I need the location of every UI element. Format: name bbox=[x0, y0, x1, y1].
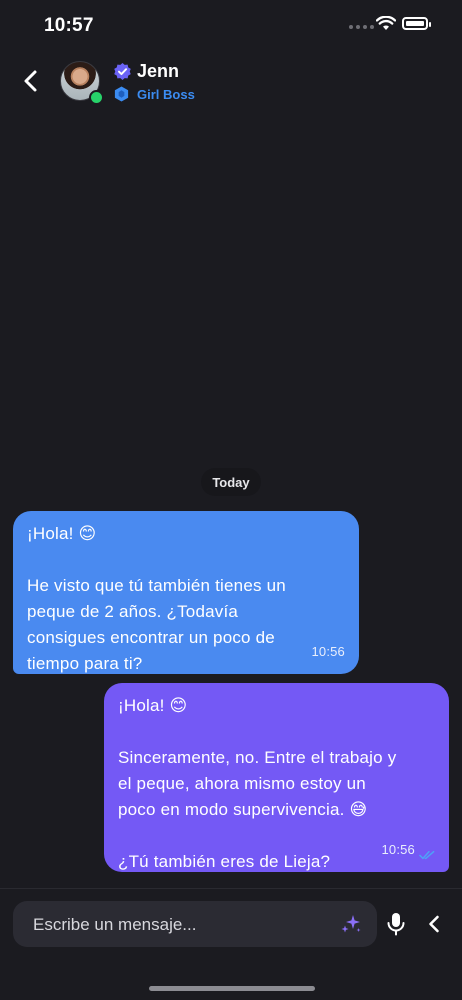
double-check-icon bbox=[419, 850, 435, 860]
sparkle-icon[interactable] bbox=[339, 912, 363, 936]
message-text: Sinceramente, no. Entre el trabajo y bbox=[118, 748, 397, 767]
wifi-icon bbox=[376, 16, 396, 30]
status-bar: 10:57 bbox=[0, 0, 462, 52]
message-timestamp: 10:56 bbox=[381, 842, 415, 857]
message-text: poco en modo supervivencia. 😅 bbox=[118, 800, 368, 819]
message-text: peque de 2 años. ¿Todavía bbox=[27, 602, 239, 621]
back-arrow-icon[interactable] bbox=[18, 67, 46, 95]
role-badge-icon bbox=[114, 86, 129, 102]
chat-header: Jenn Girl Boss bbox=[0, 55, 462, 111]
battery-icon bbox=[402, 17, 431, 30]
contact-name: Jenn bbox=[137, 61, 180, 81]
contact-role: Girl Boss bbox=[137, 87, 195, 102]
status-time: 10:57 bbox=[44, 15, 94, 36]
composer-divider bbox=[0, 888, 462, 889]
message-input[interactable] bbox=[31, 901, 335, 949]
message-text: ¡Hola! 😊 bbox=[118, 696, 188, 715]
message-input-box bbox=[13, 901, 377, 949]
message-text: consigues encontrar un poco de bbox=[27, 628, 275, 647]
message-text: tiempo para ti? bbox=[27, 654, 143, 673]
message-text: el peque, ahora mismo estoy un bbox=[118, 774, 366, 793]
chevron-left-icon[interactable] bbox=[426, 913, 442, 935]
message-incoming[interactable]: ¡Hola! 😊 He visto que tú también tienes … bbox=[13, 511, 359, 674]
microphone-icon[interactable] bbox=[386, 912, 406, 936]
signal-icon bbox=[349, 25, 374, 29]
date-separator: Today bbox=[201, 468, 261, 496]
message-timestamp: 10:56 bbox=[311, 644, 345, 659]
message-text: ¡Hola! 😊 bbox=[27, 524, 97, 543]
message-outgoing[interactable]: ¡Hola! 😊 Sinceramente, no. Entre el trab… bbox=[104, 683, 449, 872]
home-indicator[interactable] bbox=[149, 986, 315, 991]
online-status-dot bbox=[89, 90, 104, 105]
message-text: He visto que tú también tienes un bbox=[27, 576, 286, 595]
verified-badge-icon bbox=[114, 62, 131, 81]
